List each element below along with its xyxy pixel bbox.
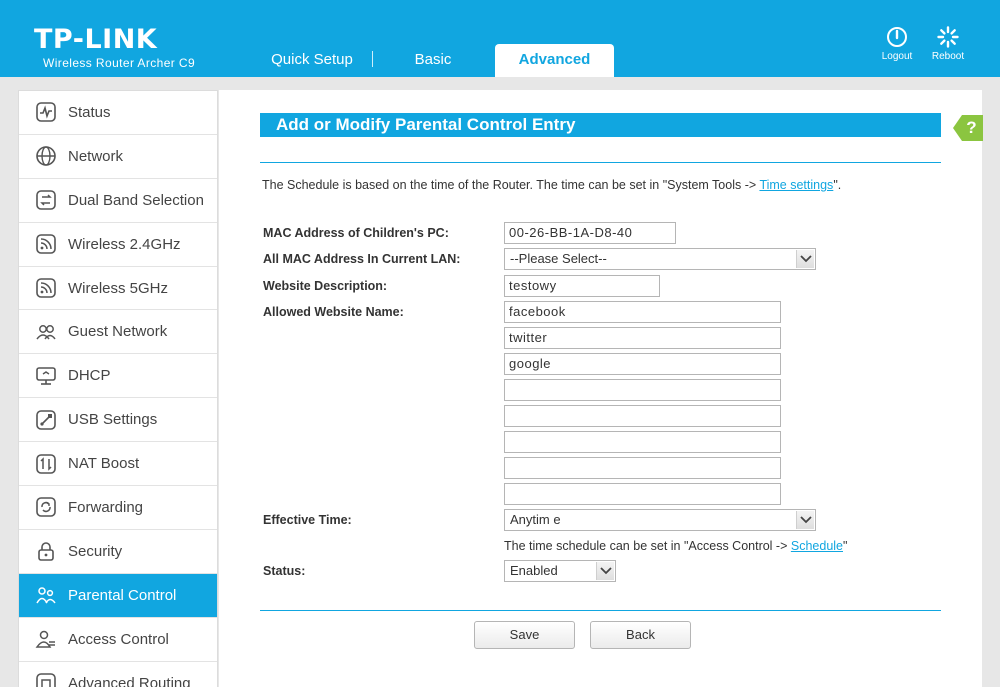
sidebar-item-nat-boost[interactable]: NAT Boost <box>19 442 217 487</box>
all-mac-label: All MAC Address In Current LAN: <box>263 252 461 266</box>
reboot-icon <box>937 26 959 48</box>
lock-icon <box>35 540 57 562</box>
allowed-website-label: Allowed Website Name: <box>263 305 404 319</box>
allowed-website-input-7[interactable] <box>504 457 781 479</box>
forwarding-icon <box>35 496 57 518</box>
sidebar-item-parental-control[interactable]: Parental Control <box>19 573 217 618</box>
allowed-website-input-6[interactable] <box>504 431 781 453</box>
tab-quick-setup[interactable]: Quick Setup <box>252 44 372 77</box>
bottom-divider <box>260 610 941 611</box>
logout-button[interactable]: Logout <box>875 26 919 62</box>
parental-icon <box>35 584 57 606</box>
sidebar-item-dual-band[interactable]: Dual Band Selection <box>19 179 217 223</box>
tab-basic[interactable]: Basic <box>378 44 488 77</box>
sidebar-item-network[interactable]: Network <box>19 135 217 179</box>
hint-text: The time schedule can be set in "Access … <box>504 539 791 553</box>
globe-icon <box>35 145 57 167</box>
reboot-button[interactable]: Reboot <box>926 26 970 62</box>
page-title: Add or Modify Parental Control Entry <box>260 113 941 137</box>
sidebar-item-forwarding[interactable]: Forwarding <box>19 486 217 530</box>
hint-suffix: " <box>843 539 848 553</box>
sidebar-item-label: Parental Control <box>68 586 177 604</box>
sidebar-item-label: Status <box>68 103 111 121</box>
website-description-input[interactable]: testowy <box>504 275 660 297</box>
tab-advanced[interactable]: Advanced <box>495 44 614 77</box>
usb-icon <box>35 409 57 431</box>
sidebar-item-wireless-24[interactable]: Wireless 2.4GHz <box>19 223 217 267</box>
brand-logo: TP-LINK <box>34 24 158 55</box>
chevron-down-icon <box>796 511 814 529</box>
all-mac-select-value: --Please Select-- <box>510 251 607 266</box>
sidebar-item-guest-network[interactable]: Guest Network <box>19 310 217 355</box>
allowed-website-input-8[interactable] <box>504 483 781 505</box>
sidebar-item-status[interactable]: Status <box>19 91 217 135</box>
sidebar-item-label: Security <box>68 542 123 560</box>
note-text: The Schedule is based on the time of the… <box>262 178 760 192</box>
allowed-website-input-5[interactable] <box>504 405 781 427</box>
sidebar-item-usb-settings[interactable]: USB Settings <box>19 398 217 443</box>
effective-time-label: Effective Time: <box>263 513 352 527</box>
sidebar-item-label: Forwarding <box>68 498 144 516</box>
sidebar-item-dhcp[interactable]: DHCP <box>19 354 217 399</box>
schedule-note: The Schedule is based on the time of the… <box>262 178 841 192</box>
guest-icon <box>35 321 57 343</box>
effective-time-select[interactable]: Anytim e <box>504 509 816 531</box>
status-label: Status: <box>263 564 306 578</box>
sidebar-item-label: Advanced Routing <box>68 674 191 687</box>
wireless-icon <box>35 233 57 255</box>
sidebar-item-label: USB Settings <box>68 411 158 429</box>
sidebar-item-wireless-5[interactable]: Wireless 5GHz <box>19 267 217 311</box>
allowed-website-input-1[interactable]: facebook <box>504 301 781 323</box>
sidebar-item-label: Dual Band Selection <box>68 191 204 209</box>
dual-band-icon <box>35 189 57 211</box>
back-button[interactable]: Back <box>590 621 691 649</box>
note-suffix: ". <box>833 178 842 192</box>
top-header: TP-LINK Wireless Router Archer C9 Quick … <box>0 0 1000 77</box>
sidebar-item-label: Network <box>68 147 124 165</box>
status-select[interactable]: Enabled <box>504 560 616 582</box>
sidebar-item-label: Wireless 2.4GHz <box>68 235 181 253</box>
sidebar-item-security[interactable]: Security <box>19 530 217 574</box>
sidebar-item-label: Access Control <box>68 630 169 648</box>
power-icon <box>887 27 907 47</box>
website-description-label: Website Description: <box>263 279 388 293</box>
mac-label: MAC Address of Children's PC: <box>263 226 449 240</box>
chevron-down-icon <box>596 562 614 580</box>
chevron-down-icon <box>796 250 814 268</box>
all-mac-select[interactable]: --Please Select-- <box>504 248 816 270</box>
sidebar-item-label: NAT Boost <box>68 455 140 473</box>
logout-label: Logout <box>881 51 913 62</box>
schedule-hint: The time schedule can be set in "Access … <box>504 539 847 553</box>
allowed-website-input-2[interactable]: twitter <box>504 327 781 349</box>
allowed-website-input-3[interactable]: google <box>504 353 781 375</box>
reboot-label: Reboot <box>931 51 965 62</box>
schedule-link[interactable]: Schedule <box>791 539 843 553</box>
time-settings-link[interactable]: Time settings <box>759 178 833 192</box>
nat-icon <box>35 453 57 475</box>
effective-time-value: Anytim e <box>510 512 561 527</box>
sidebar-menu: Status Network Dual Band Selection Wirel… <box>18 90 218 687</box>
sidebar-item-label: DHCP <box>68 367 111 385</box>
main-content: Add or Modify Parental Control Entry The… <box>219 90 982 687</box>
access-icon <box>35 628 57 650</box>
sidebar-item-label: Wireless 5GHz <box>68 279 169 297</box>
mac-address-input[interactable]: 00-26-BB-1A-D8-40 <box>504 222 676 244</box>
top-divider <box>260 162 941 163</box>
dhcp-icon <box>35 365 57 387</box>
sidebar-item-access-control[interactable]: Access Control <box>19 618 217 662</box>
routing-icon <box>35 672 57 687</box>
allowed-website-input-4[interactable] <box>504 379 781 401</box>
model-name: Wireless Router Archer C9 <box>43 56 196 70</box>
wireless-icon <box>35 277 57 299</box>
status-select-value: Enabled <box>510 563 558 578</box>
save-button[interactable]: Save <box>474 621 575 649</box>
status-icon <box>35 101 57 123</box>
sidebar-item-advanced-routing[interactable]: Advanced Routing <box>19 662 217 687</box>
tab-divider <box>372 51 373 67</box>
sidebar-item-label: Guest Network <box>68 323 168 341</box>
